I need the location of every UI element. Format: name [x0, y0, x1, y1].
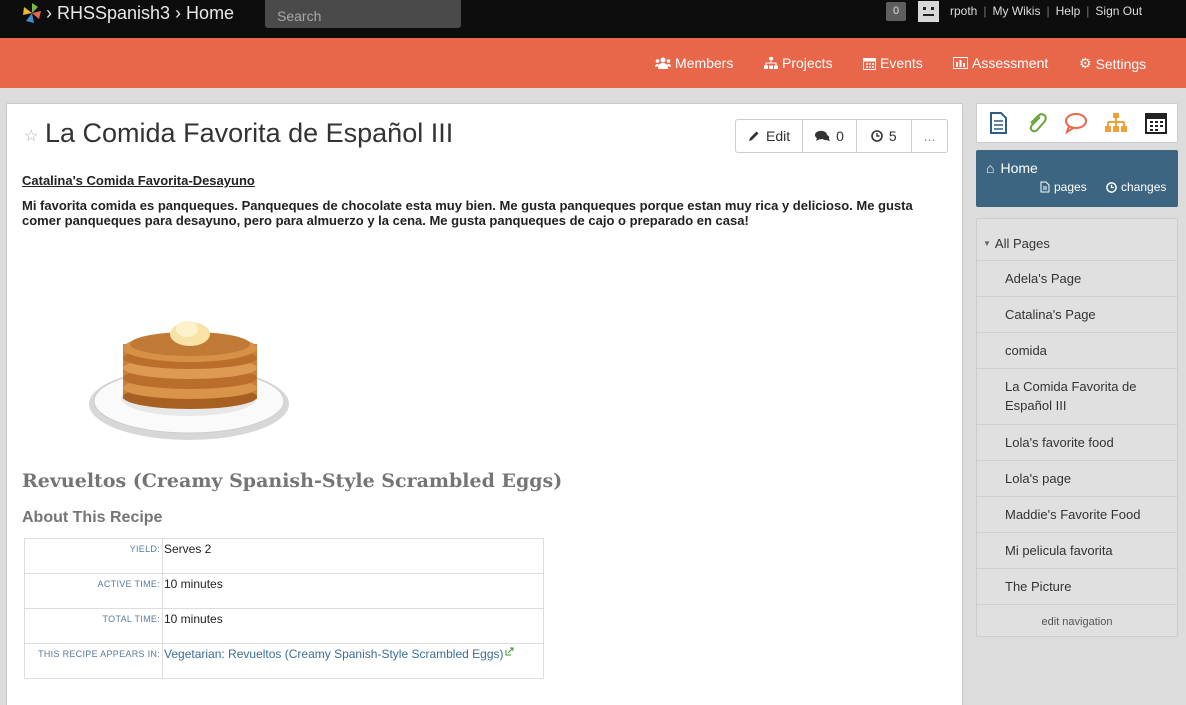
pancakes-image	[89, 321, 289, 440]
top-bar: › RHSSpanish3 › Home 0 rpoth|My Wikis|He…	[0, 0, 1186, 38]
gear-icon: ⚙	[1079, 55, 1092, 71]
all-pages-toggle[interactable]: ▼ All Pages	[983, 236, 1050, 251]
sign-out-link[interactable]: Sign Out	[1095, 4, 1142, 18]
table-row: YIELD: Serves 2	[24, 538, 544, 574]
page-content: ☆ La Comida Favorita de Español III Edit…	[6, 103, 963, 705]
page-icon	[1040, 181, 1050, 193]
star-icon[interactable]: ☆	[24, 126, 38, 146]
row-value: Serves 2	[162, 538, 544, 574]
table-row: THIS RECIPE APPEARS IN: Vegetarian: Revu…	[24, 643, 544, 679]
clock-icon	[871, 130, 883, 142]
row-label: THIS RECIPE APPEARS IN:	[24, 643, 163, 679]
recipe-link[interactable]: Vegetarian: Revueltos (Creamy Spanish-St…	[164, 647, 504, 661]
search-input[interactable]	[265, 0, 461, 28]
sitemap-icon[interactable]	[1103, 110, 1129, 136]
row-value: 10 minutes	[162, 608, 544, 644]
row-label: TOTAL TIME:	[24, 608, 163, 644]
nav-assessment[interactable]: Assessment	[953, 55, 1048, 71]
nav-divider	[977, 604, 1177, 605]
nav-page-item[interactable]: Lola's favorite food	[977, 424, 1177, 460]
table-row: ACTIVE TIME: 10 minutes	[24, 573, 544, 609]
nav-page-item[interactable]: Maddie's Favorite Food	[977, 496, 1177, 532]
changes-link[interactable]: changes	[1106, 180, 1166, 194]
more-button[interactable]: ...	[912, 120, 948, 152]
edit-button[interactable]: Edit	[736, 120, 804, 152]
nav-page-item[interactable]: The Picture	[977, 568, 1177, 604]
avatar[interactable]	[918, 1, 939, 22]
edit-navigation-link[interactable]: edit navigation	[977, 616, 1177, 628]
home-link[interactable]: ⌂ Home	[986, 160, 1038, 176]
comments-button[interactable]: 0	[803, 120, 857, 152]
nav-page-item[interactable]: Catalina's Page	[977, 296, 1177, 332]
pages-link[interactable]: pages	[1040, 180, 1087, 194]
nav-members[interactable]: Members	[655, 55, 733, 71]
page-icon[interactable]	[985, 110, 1011, 136]
clock-icon	[1106, 181, 1117, 193]
wiki-navigation: ▼ All Pages Adela's Page Catalina's Page…	[976, 218, 1178, 637]
home-panel: ⌂ Home pages changes	[976, 150, 1178, 207]
page-subtitle: Catalina's Comida Favorita-Desayuno	[22, 173, 255, 188]
row-label: YIELD:	[24, 538, 163, 574]
sitemap-icon	[764, 57, 778, 69]
notification-count[interactable]: 0	[886, 2, 906, 21]
home-icon: ⌂	[986, 160, 995, 176]
row-value: 10 minutes	[162, 573, 544, 609]
wiki-nav-bar: Members Projects Events Assessment ⚙ Set…	[0, 38, 1186, 88]
external-link-icon	[505, 647, 513, 656]
nav-page-item[interactable]: Adela's Page	[977, 260, 1177, 296]
my-wikis-link[interactable]: My Wikis	[992, 4, 1040, 18]
row-label: ACTIVE TIME:	[24, 573, 163, 609]
bar-chart-icon	[953, 57, 968, 69]
table-row: TOTAL TIME: 10 minutes	[24, 608, 544, 644]
page-tools-bar	[976, 103, 1178, 143]
nav-projects[interactable]: Projects	[764, 55, 833, 71]
nav-page-item[interactable]: Lola's page	[977, 460, 1177, 496]
help-link[interactable]: Help	[1056, 4, 1081, 18]
calendar-icon[interactable]	[1143, 110, 1169, 136]
nav-events[interactable]: Events	[863, 55, 923, 71]
comment-icon[interactable]	[1063, 110, 1089, 136]
page-actions: Edit 0 5 ...	[735, 119, 949, 153]
paperclip-icon[interactable]	[1024, 110, 1050, 136]
recipe-info-table: YIELD: Serves 2 ACTIVE TIME: 10 minutes …	[24, 538, 544, 679]
calendar-icon	[863, 57, 876, 70]
caret-down-icon: ▼	[983, 239, 991, 248]
wikispaces-logo-icon[interactable]	[20, 2, 44, 24]
about-recipe-heading: About This Recipe	[22, 509, 163, 526]
recipe-link-cell: Vegetarian: Revueltos (Creamy Spanish-St…	[162, 643, 544, 679]
nav-page-item[interactable]: comida	[977, 332, 1177, 368]
nav-settings[interactable]: ⚙ Settings	[1079, 55, 1146, 72]
username-link[interactable]: rpoth	[950, 4, 977, 18]
history-button[interactable]: 5	[857, 120, 912, 152]
nav-page-item[interactable]: La Comida Favorita de Español III	[977, 368, 1177, 424]
nav-page-item[interactable]: Mi pelicula favorita	[977, 532, 1177, 568]
user-links: rpoth | My Wikis | Help | Sign Out	[950, 4, 1143, 18]
breadcrumb[interactable]: › RHSSpanish3 › Home	[46, 3, 234, 24]
page-paragraph: Mi favorita comida es panqueques. Panque…	[22, 198, 913, 228]
recipe-title: Revueltos (Creamy Spanish-Style Scramble…	[22, 470, 563, 492]
page-title: La Comida Favorita de Español III	[45, 118, 454, 148]
comments-icon	[815, 130, 831, 141]
pencil-icon	[749, 131, 759, 141]
users-icon	[655, 57, 671, 69]
